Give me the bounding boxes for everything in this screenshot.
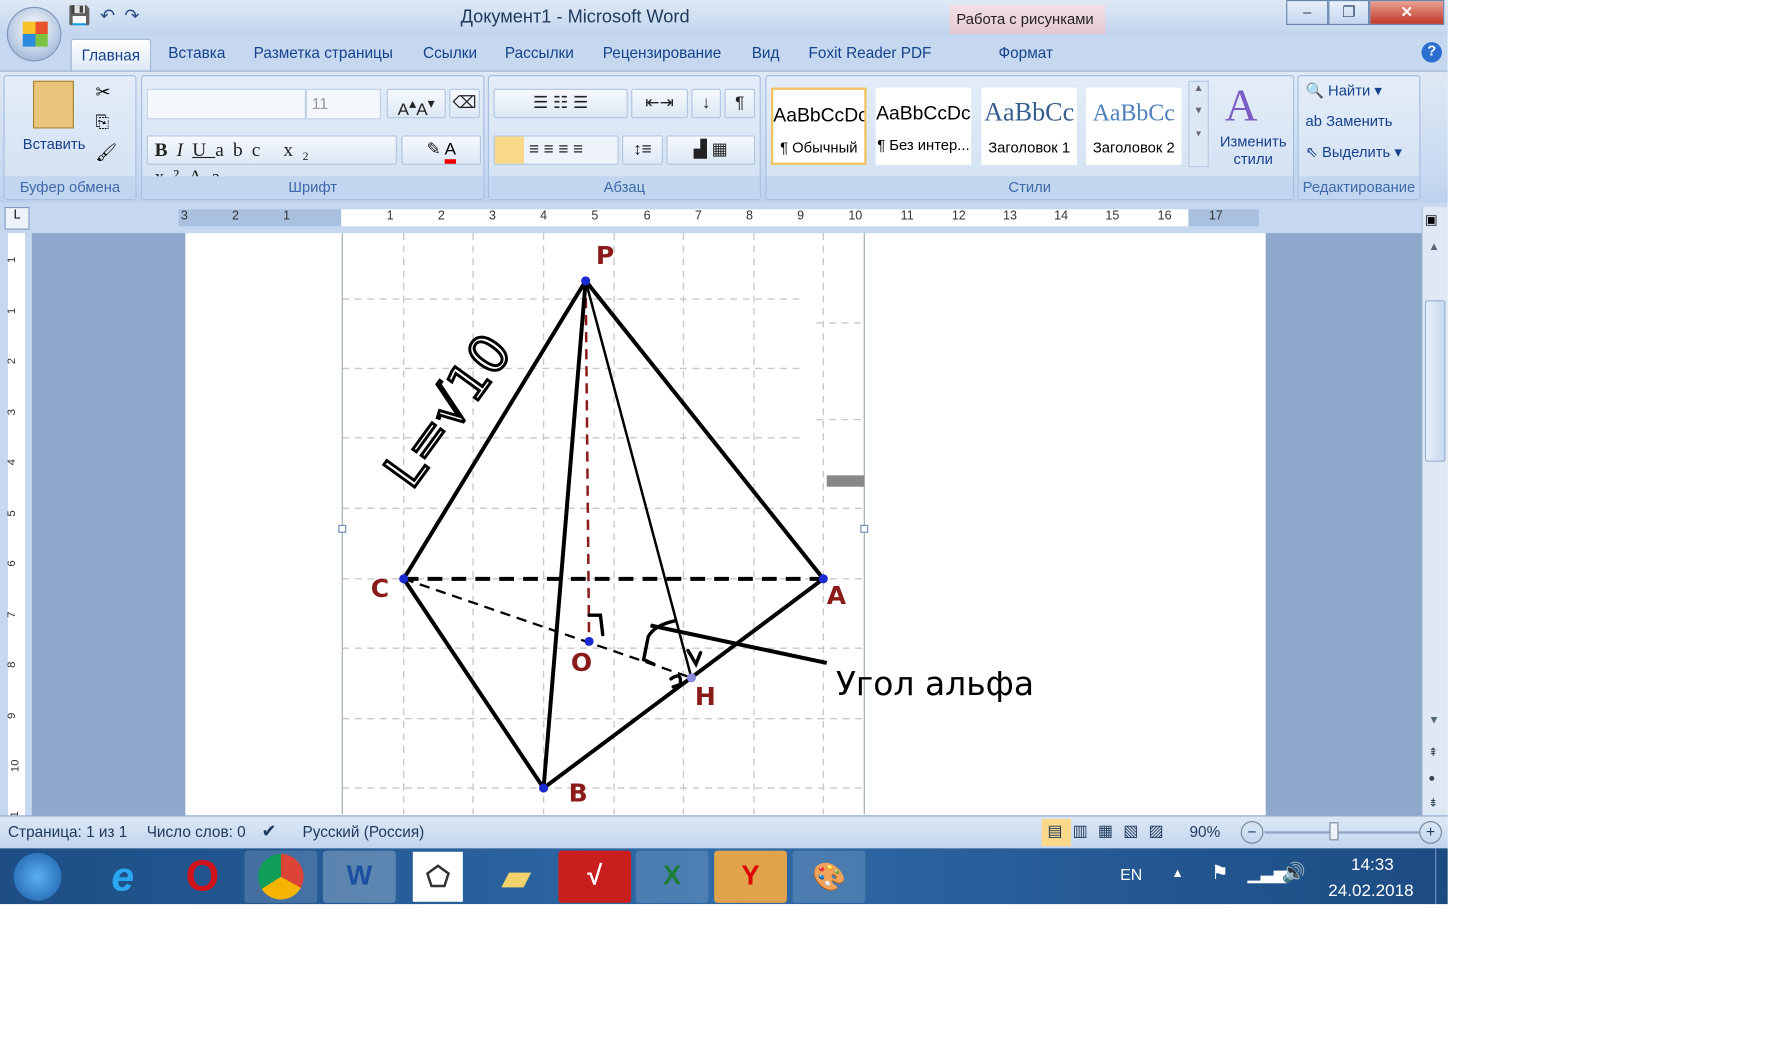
zoom-slider[interactable] [1264,831,1420,834]
geogebra-icon[interactable]: ⬠ [401,851,474,903]
gray-mark [826,475,865,487]
angle-alpha-annotation[interactable]: Угол альфа [836,664,1034,703]
excel-icon[interactable]: X [635,850,709,903]
height-PO [584,280,591,642]
status-bar: Страница: 1 из 1 Число слов: 0 ✔ Русский… [0,815,1448,849]
vertical-scrollbar[interactable]: ▣ ▲ ▼ ⇞ ● ⇟ [1421,206,1448,816]
browse-buttons[interactable]: ⇞ ● ⇟ [1428,741,1438,816]
grid [342,233,865,815]
file-explorer-icon[interactable]: ▰ [480,851,553,903]
start-button[interactable] [3,851,71,903]
word-window: 💾↶↷ Документ1 - Microsoft Word Работа с … [0,0,1448,905]
zoom-out-button[interactable]: − [1240,821,1264,844]
clock-date[interactable]: 24.02.2018 [1328,881,1413,900]
annotation-pointer [650,623,828,665]
page-count[interactable]: Страница: 1 из 1 [8,823,127,840]
label-C: C [371,574,389,603]
zoom-level[interactable]: 90% [1190,823,1221,840]
paint-icon[interactable]: 🎨 [792,850,866,903]
zoom-in-button[interactable]: + [1419,821,1442,844]
pyramid-drawing[interactable]: L=√10 P C A B O H Угол альфа [0,0,1448,904]
label-A: A [827,581,847,610]
ruler-toggle-icon[interactable]: ▣ [1425,212,1438,228]
show-desktop-button[interactable] [1435,848,1448,905]
input-language[interactable]: EN [1120,865,1142,883]
scroll-down-icon[interactable]: ▼ [1428,714,1439,727]
resize-handle-left[interactable] [338,524,347,533]
action-center-flag-icon[interactable]: ⚑ [1211,862,1228,885]
scroll-thumb[interactable] [1424,300,1446,462]
volume-icon[interactable]: 🔊 [1282,862,1306,885]
label-O: O [571,648,592,677]
chrome-icon[interactable] [244,850,318,903]
word-icon[interactable]: W [322,850,396,903]
clock-time[interactable]: 14:33 [1351,855,1394,874]
opera-icon[interactable]: O [166,851,239,903]
word-count[interactable]: Число слов: 0 [147,823,246,840]
label-B: B [569,779,588,808]
yandex-browser-icon[interactable]: Y [714,850,787,903]
handwritten-edge-length: L=√10 [373,323,524,499]
resize-handle-right[interactable] [860,524,869,533]
pdf-app-icon[interactable]: √ [558,850,632,903]
taskbar: e O W ⬠ ▰ √ X Y 🎨 EN ▲ ⚑ ▁▃▅ 🔊 14:33 24.… [0,848,1448,905]
spellcheck-icon[interactable]: ✔ [262,820,277,843]
scroll-up-icon[interactable]: ▲ [1428,241,1439,254]
label-H: H [695,682,716,711]
view-buttons[interactable]: ▤▥▦▧▨ [1041,818,1181,847]
language[interactable]: Русский (Россия) [302,823,424,840]
windows-start-icon [13,852,62,901]
zoom-slider-thumb[interactable] [1329,822,1339,841]
tray-expand-icon[interactable]: ▲ [1171,867,1183,881]
label-P: P [596,241,614,270]
internet-explorer-icon[interactable]: e [86,851,159,903]
